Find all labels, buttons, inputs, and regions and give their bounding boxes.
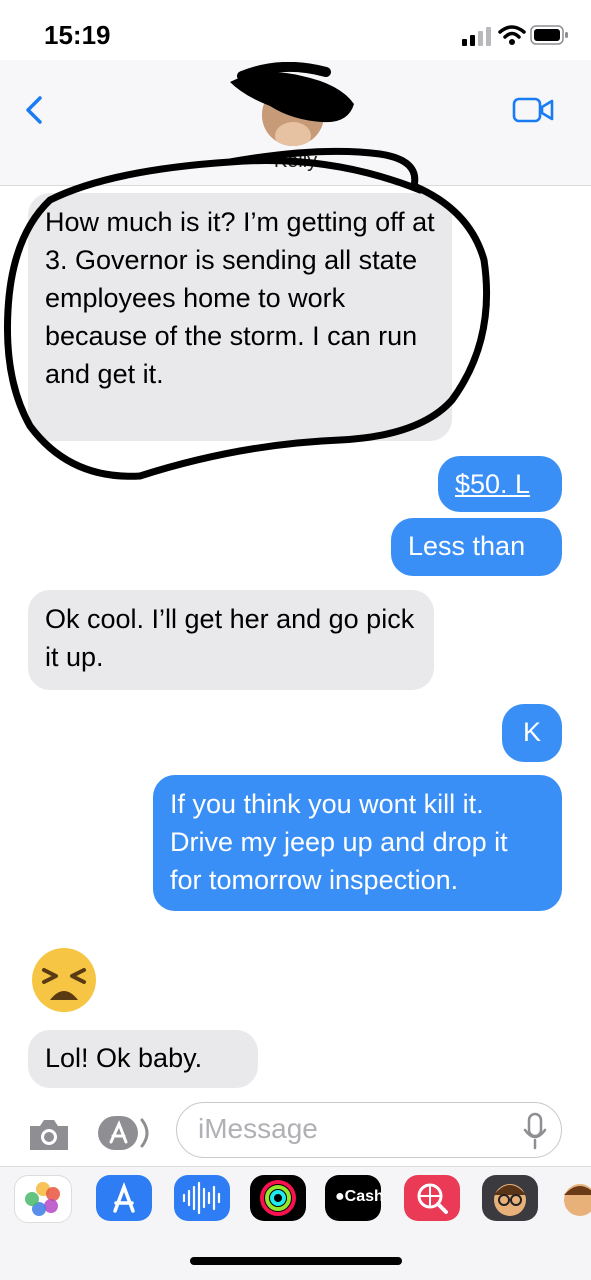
memoji-icon[interactable] [482,1175,538,1221]
cash-text: Cash [344,1188,384,1205]
app-store-apps-icon[interactable] [96,1114,154,1152]
status-time: 15:19 [44,20,111,50]
cellular-signal-icon [462,27,491,46]
message-bubble-outgoing[interactable]: Less than [391,518,562,576]
activity-rings-glyph [260,1180,296,1216]
apple-cash-icon[interactable]: ●Cash [325,1175,384,1221]
camera-icon[interactable] [26,1117,72,1153]
message-input-placeholder: iMessage [198,1113,318,1144]
tired-face-emoji [32,948,96,1012]
memoji-sticker-glyph [564,1184,591,1216]
message-bubble-incoming[interactable]: Lol! Ok baby. [28,1030,258,1088]
web-images-icon[interactable] [404,1175,460,1221]
emoji-message[interactable] [30,946,98,1028]
app-store-glyph [113,1182,135,1213]
scribble-circle-annotation [4,147,491,480]
status-bar: 15:19 [0,0,591,60]
home-indicator [190,1257,402,1265]
wifi-icon [498,25,526,45]
memoji-face-glyph [494,1184,526,1216]
activity-icon[interactable] [250,1175,306,1221]
audio-message-icon[interactable] [174,1175,230,1221]
facetime-video-icon[interactable] [512,96,554,124]
globe-search-glyph [417,1183,448,1214]
back-chevron-icon[interactable] [22,95,46,125]
app-store-icon[interactable] [96,1175,152,1221]
battery-icon [530,25,568,45]
waveform-glyph [182,1181,221,1215]
message-bubble-outgoing[interactable]: K [502,704,562,762]
microphone-icon[interactable] [522,1112,548,1150]
message-bubble-incoming[interactable]: Ok cool. I’ll get her and go pick it up. [28,590,434,690]
message-bubble-outgoing[interactable]: If you think you wont kill it. Drive my … [153,775,562,911]
memoji-stickers-icon[interactable] [556,1175,591,1221]
photos-icon[interactable] [14,1175,72,1223]
scribble-redaction [230,62,354,123]
photos-flower-glyph [25,1182,60,1216]
apple-cash-label: ●Cash [335,1188,384,1205]
